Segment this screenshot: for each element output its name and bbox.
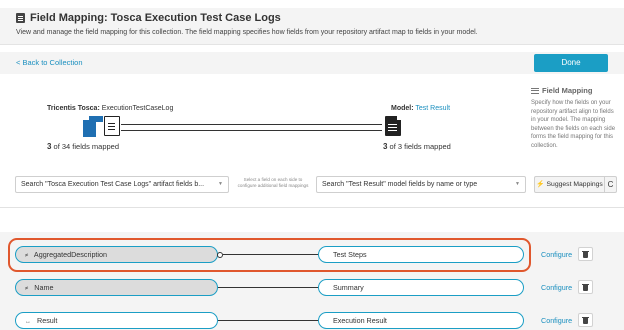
trash-icon[interactable] [578, 313, 593, 327]
highlight-outline [8, 238, 531, 272]
field-mapping-icon [16, 13, 25, 23]
trash-icon[interactable] [578, 247, 593, 261]
trash-icon[interactable] [578, 280, 593, 294]
source-system-name: Tricentis Tosca: [47, 105, 100, 112]
chevron-down-icon: ▼ [515, 181, 520, 187]
list-icon [531, 87, 539, 94]
mapping-row: ≠ Name Summary Configure [0, 279, 624, 296]
done-button[interactable]: Done [534, 54, 608, 72]
target-model-label: Model: Test Result [391, 105, 450, 112]
suggest-mappings-button[interactable]: ⚡ Suggest Mappings [534, 176, 605, 193]
divider [0, 207, 624, 208]
field-mapping-help: Field Mapping Specify how the fields on … [531, 86, 617, 151]
connector-line [218, 320, 319, 321]
back-to-collection-link[interactable]: < Back to Collection [16, 58, 83, 67]
mapping-link-lines [121, 123, 382, 132]
target-field-pill[interactable]: Execution Result [318, 312, 524, 329]
refresh-button[interactable]: C [604, 176, 617, 193]
target-mapped-count: 3 of 3 fields mapped [383, 142, 451, 151]
source-field-search-text: Search "Tosca Execution Test Case Logs" … [21, 181, 205, 188]
top-strip [0, 0, 624, 8]
tosca-logo-icon [83, 116, 103, 137]
target-mapped-text: of 3 fields mapped [389, 142, 451, 151]
target-field-pill[interactable]: Summary [318, 279, 524, 296]
source-field-label: Name [34, 283, 54, 292]
configure-link[interactable]: Configure [541, 283, 572, 292]
configure-link[interactable]: Configure [541, 250, 572, 259]
source-field-pill[interactable]: ↔ Result [15, 312, 218, 329]
configure-link[interactable]: Configure [541, 316, 572, 325]
source-mapped-count: 3 of 34 fields mapped [47, 142, 119, 151]
source-document-icon [104, 116, 120, 136]
mapping-row: ↔ Result Execution Result Configure [0, 312, 624, 329]
chevron-down-icon: ▼ [218, 181, 223, 187]
source-system-label: Tricentis Tosca: ExecutionTestCaseLog [47, 105, 173, 112]
source-field-pill[interactable]: ≠ Name [15, 279, 218, 296]
target-field-label: Execution Result [333, 316, 387, 325]
source-field-search[interactable]: Search "Tosca Execution Test Case Logs" … [15, 176, 229, 193]
connector-line [218, 287, 319, 288]
page-title: Field Mapping: Tosca Execution Test Case… [16, 12, 281, 24]
target-field-search[interactable]: Search "Test Result" model fields by nam… [316, 176, 526, 193]
target-model-link[interactable]: Test Result [415, 105, 450, 112]
target-mapped-number: 3 [383, 142, 388, 151]
target-field-search-text: Search "Test Result" model fields by nam… [322, 181, 478, 188]
source-mapped-number: 3 [47, 142, 52, 151]
target-document-icon [385, 115, 402, 136]
source-mapped-text: of 34 fields mapped [53, 142, 120, 151]
nav-bar: < Back to Collection Done [0, 52, 624, 74]
page-description: View and manage the field mapping for th… [16, 29, 478, 36]
help-heading-text: Field Mapping [542, 86, 593, 95]
target-field-label: Summary [333, 283, 364, 292]
source-field-label: Result [37, 316, 58, 325]
target-model-prefix: Model: [391, 105, 414, 112]
page-title-text: Field Mapping: Tosca Execution Test Case… [30, 12, 281, 24]
field-type-icon: ↔ [25, 319, 31, 325]
field-select-hint: Select a field on each side to configure… [237, 177, 309, 188]
help-heading: Field Mapping [531, 86, 617, 95]
field-type-icon: ≠ [25, 286, 29, 292]
page-header: Field Mapping: Tosca Execution Test Case… [0, 8, 624, 45]
source-artifact-name: ExecutionTestCaseLog [101, 105, 174, 112]
suggest-mappings-label: Suggest Mappings [546, 181, 603, 188]
magic-wand-icon: ⚡ [536, 181, 545, 188]
help-text: Specify how the fields on your repositor… [531, 100, 616, 149]
